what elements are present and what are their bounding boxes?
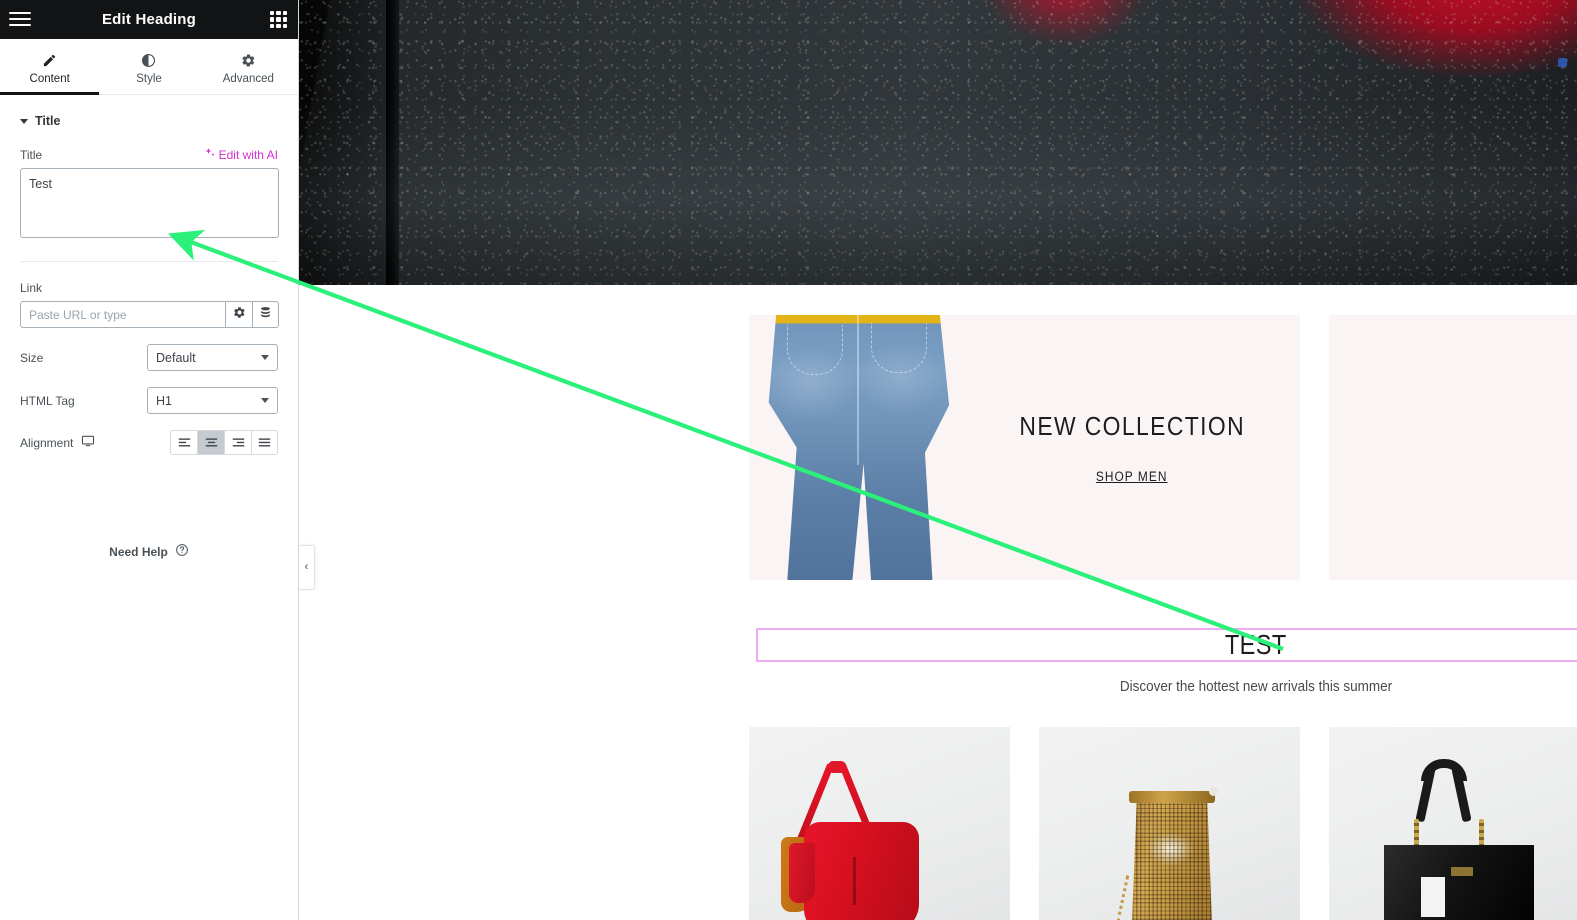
collection-card-men[interactable]: NEW COLLECTION SHOP MEN	[749, 315, 1300, 580]
link-row-label: Link	[20, 281, 278, 295]
jeans-illustration	[768, 315, 950, 580]
title-label: Title	[20, 147, 43, 162]
pencil-icon	[42, 52, 57, 68]
html-tag-label: HTML Tag	[20, 393, 75, 408]
tab-content[interactable]: Content	[0, 39, 100, 95]
need-help-label: Need Help	[109, 544, 168, 559]
collection-title: NEW COLLECTION	[1019, 411, 1245, 441]
control-link: Link	[0, 281, 298, 328]
collection-cards: NEW COLLECTION SHOP MEN C	[749, 315, 1577, 580]
html-tag-row: HTML Tag H1	[20, 387, 278, 414]
control-html-tag: HTML Tag H1	[0, 387, 298, 414]
editor-canvas[interactable]: NEW COLLECTION SHOP MEN C TEST Discover …	[299, 0, 1577, 920]
hamburger-icon[interactable]	[9, 9, 31, 29]
control-title: Title Edit with AI	[0, 147, 298, 243]
elementor-settings-panel: Edit Heading Content Style Advanced Titl…	[0, 0, 299, 920]
align-center-button[interactable]	[197, 430, 224, 455]
product-black-handbag[interactable]	[1329, 727, 1577, 920]
gear-icon	[241, 52, 256, 68]
gold-bag-clasp	[1209, 787, 1218, 796]
section-title-header[interactable]: Title	[0, 95, 298, 128]
tab-style[interactable]: Style	[99, 39, 198, 94]
database-stack-icon	[259, 306, 272, 324]
tab-advanced-label: Advanced	[222, 73, 274, 85]
product-gold-mesh-bag[interactable]	[1039, 727, 1300, 920]
need-help-button[interactable]: Need Help	[0, 543, 298, 560]
gear-icon	[233, 306, 246, 324]
subtitle-text: Discover the hottest new arrivals this s…	[1119, 678, 1393, 695]
hero-wet-sheen	[299, 0, 1577, 285]
section-title-label: Title	[35, 114, 61, 128]
control-alignment: Alignment	[0, 430, 298, 455]
tab-advanced[interactable]: Advanced	[199, 39, 298, 94]
html-tag-select-wrap: H1	[147, 387, 278, 414]
jeans-pocket-left	[787, 325, 843, 375]
collection-shop-link[interactable]: SHOP MEN	[1096, 469, 1168, 484]
black-bag-price-tag	[1421, 877, 1445, 917]
contrast-circle-icon	[141, 52, 156, 68]
divider	[20, 261, 278, 262]
collection-photo-jeans	[749, 315, 964, 580]
hero-image-asphalt[interactable]	[299, 0, 1577, 285]
panel-tabs: Content Style Advanced	[0, 39, 298, 95]
red-bag-side-pocket	[789, 843, 815, 903]
edit-with-ai-button[interactable]: Edit with AI	[204, 147, 278, 162]
black-bag-handle-right	[1451, 766, 1472, 823]
gold-bag-mesh-body	[1132, 799, 1212, 920]
black-bag-body	[1384, 845, 1534, 920]
align-right-button[interactable]	[224, 430, 251, 455]
panel-header: Edit Heading	[0, 0, 298, 39]
edit-with-ai-label: Edit with AI	[218, 147, 278, 162]
link-input[interactable]	[20, 301, 225, 328]
black-bag-logo-plate	[1451, 867, 1473, 876]
size-select-wrap: Default	[147, 344, 278, 371]
link-options-button[interactable]	[225, 301, 252, 328]
panel-collapse-handle[interactable]: ‹	[299, 545, 315, 590]
html-tag-select[interactable]: H1	[147, 387, 278, 414]
gold-bag-rim	[1129, 791, 1215, 803]
hero-blue-detail	[1558, 58, 1567, 67]
collection-card-text: NEW COLLECTION SHOP MEN	[964, 315, 1300, 580]
heading-text: TEST	[1225, 629, 1287, 660]
panel-title: Edit Heading	[101, 11, 197, 28]
link-field-group	[20, 301, 279, 328]
collection-card-text-second: C	[1544, 315, 1577, 580]
collection-photo-second	[1329, 315, 1544, 580]
jeans-pocket-right	[871, 323, 927, 373]
tab-content-label: Content	[29, 73, 70, 85]
sparkle-icon	[204, 147, 216, 162]
link-label: Link	[20, 281, 43, 295]
alignment-row: Alignment	[20, 430, 278, 455]
tab-style-label: Style	[136, 73, 162, 85]
size-label: Size	[20, 350, 44, 365]
selected-heading-widget[interactable]: TEST	[756, 628, 1577, 662]
collection-card-second[interactable]: C	[1329, 315, 1577, 580]
jeans-seam	[857, 315, 859, 465]
red-bag-body	[804, 822, 919, 920]
product-red-handbag[interactable]	[749, 727, 1010, 920]
link-dynamic-tags-button[interactable]	[252, 301, 279, 328]
product-grid	[749, 727, 1577, 920]
size-row: Size Default	[20, 344, 278, 371]
chevron-down-icon	[20, 118, 28, 124]
alignment-button-group	[170, 430, 278, 455]
align-justify-button[interactable]	[251, 430, 278, 455]
alignment-label-wrap: Alignment	[20, 434, 95, 451]
red-bag-zipper	[853, 857, 856, 905]
title-input[interactable]	[20, 168, 279, 238]
title-row-label: Title Edit with AI	[20, 147, 278, 162]
size-select[interactable]: Default	[147, 344, 278, 371]
align-left-button[interactable]	[170, 430, 197, 455]
desktop-monitor-icon[interactable]	[81, 434, 95, 451]
control-size: Size Default	[0, 344, 298, 371]
alignment-label: Alignment	[20, 435, 74, 450]
chevron-left-icon: ‹	[304, 561, 309, 573]
black-bag-handle-left	[1415, 766, 1436, 823]
screen: NEW COLLECTION SHOP MEN C TEST Discover …	[0, 0, 1577, 920]
question-circle-icon	[175, 543, 189, 560]
grid-apps-icon[interactable]	[270, 11, 287, 28]
